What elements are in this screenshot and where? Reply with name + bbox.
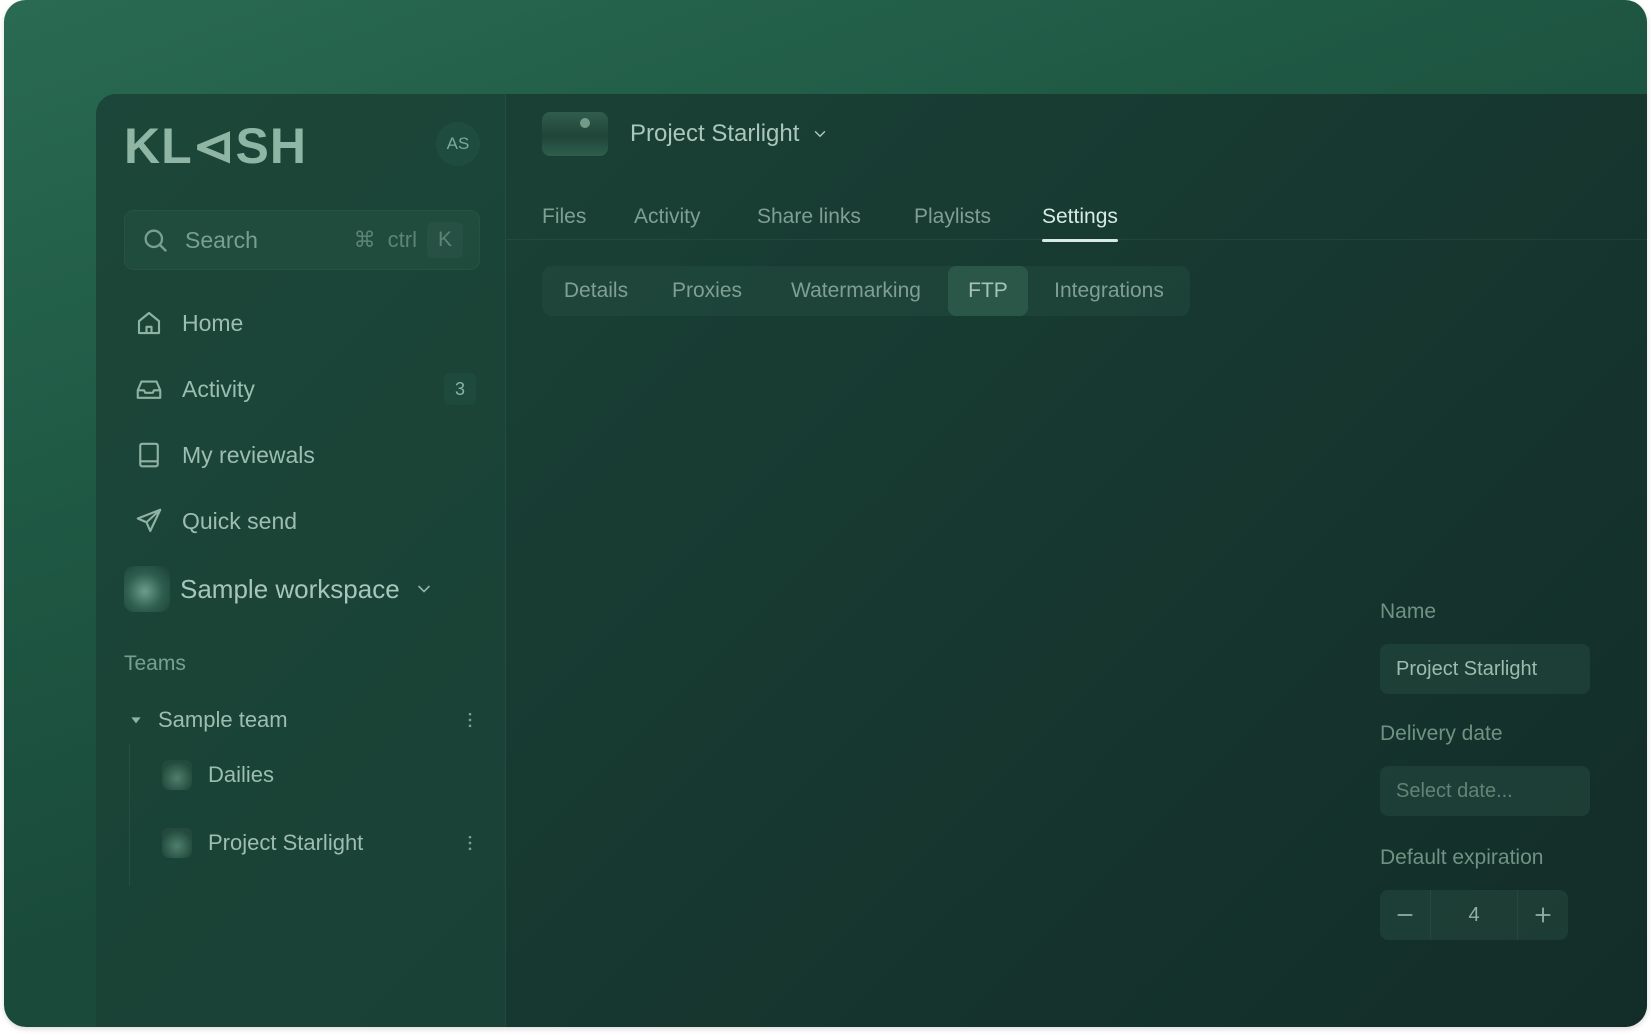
subtab-details[interactable]: Details xyxy=(542,266,650,316)
nav-label: Quick send xyxy=(182,507,298,534)
inbox-icon xyxy=(136,380,162,399)
nav-item-my-reviewals[interactable]: My reviewals xyxy=(124,422,480,488)
nav-item-home[interactable]: Home xyxy=(124,290,480,356)
shortcut-cmd: ⌘ xyxy=(353,227,376,252)
workspace-name: Sample workspace xyxy=(180,573,400,604)
window-frame: KL⊲SH AS Search ⌘ ctrl K Home Activity 3 xyxy=(4,0,1647,1027)
default-expiration-label: Default expiration xyxy=(1380,846,1544,869)
project-tabs: Files Activity Share links Playlists Set… xyxy=(506,194,1647,242)
chevron-down-icon xyxy=(815,131,826,138)
user-avatar[interactable]: AS xyxy=(436,122,480,166)
more-vertical-icon[interactable] xyxy=(460,831,480,855)
sidebar: KL⊲SH AS Search ⌘ ctrl K Home Activity 3 xyxy=(96,94,506,1027)
workspace-switcher[interactable]: Sample workspace xyxy=(124,564,480,614)
search-bar[interactable]: Search ⌘ ctrl K xyxy=(124,210,480,270)
main-nav: Home Activity 3 My reviewals Quick send xyxy=(124,290,480,554)
more-vertical-icon[interactable] xyxy=(460,708,480,732)
project-title: Project Starlight xyxy=(630,120,800,147)
project-thumbnail xyxy=(162,828,192,858)
team-sample-team[interactable]: Sample team xyxy=(124,700,480,740)
delivery-date-field[interactable]: Select date... xyxy=(1380,766,1590,816)
nav-label: Home xyxy=(182,309,244,336)
sub-item-label: Dailies xyxy=(208,762,275,787)
caret-down-icon xyxy=(131,717,141,724)
nav-item-quick-send[interactable]: Quick send xyxy=(124,488,480,554)
search-placeholder: Search xyxy=(185,226,258,253)
activity-count-badge: 3 xyxy=(444,373,476,405)
tab-activity[interactable]: Activity xyxy=(634,194,701,240)
nav-label: My reviewals xyxy=(182,441,315,468)
team-name: Sample team xyxy=(158,707,288,732)
app-container: KL⊲SH AS Search ⌘ ctrl K Home Activity 3 xyxy=(96,94,1647,1027)
tab-settings[interactable]: Settings xyxy=(1042,194,1118,242)
expiration-value[interactable]: 4 xyxy=(1430,890,1518,940)
tab-share-links[interactable]: Share links xyxy=(757,194,861,240)
subtab-ftp[interactable]: FTP xyxy=(948,266,1028,316)
sub-item-label: Project Starlight xyxy=(208,830,364,855)
workspace-logo xyxy=(124,566,170,612)
sidebar-item-dailies[interactable]: Dailies xyxy=(162,750,480,800)
main-content: Project Starlight Files Activity Share l… xyxy=(506,94,1647,1027)
nav-item-activity[interactable]: Activity 3 xyxy=(124,356,480,422)
tab-files[interactable]: Files xyxy=(542,194,586,240)
name-field[interactable]: Project Starlight xyxy=(1380,644,1590,694)
tree-guide-line xyxy=(129,744,130,886)
project-switcher[interactable]: Project Starlight xyxy=(542,110,829,158)
project-thumbnail xyxy=(542,112,608,156)
subtab-watermarking[interactable]: Watermarking xyxy=(764,266,948,316)
chevron-down-icon xyxy=(417,585,430,593)
sidebar-item-project-starlight[interactable]: Project Starlight xyxy=(162,818,480,868)
project-thumbnail xyxy=(162,760,192,790)
plus-icon xyxy=(1535,907,1551,923)
nav-label: Activity xyxy=(182,375,255,402)
app-logo: KL⊲SH xyxy=(124,118,308,174)
search-icon xyxy=(144,229,167,252)
book-icon xyxy=(139,442,159,468)
shortcut-key: K xyxy=(427,222,463,258)
teams-section-label: Teams xyxy=(124,652,186,675)
minus-icon xyxy=(1397,914,1413,916)
tab-playlists[interactable]: Playlists xyxy=(914,194,991,240)
settings-subtabs: Details Proxies Watermarking FTP Integra… xyxy=(542,266,1190,316)
send-icon xyxy=(136,508,162,533)
home-icon xyxy=(137,311,161,335)
name-label: Name xyxy=(1380,600,1437,623)
expiration-stepper: 4 xyxy=(1380,890,1568,940)
delivery-date-label: Delivery date xyxy=(1380,722,1503,745)
subtab-integrations[interactable]: Integrations xyxy=(1028,266,1190,316)
increment-button[interactable] xyxy=(1518,890,1568,940)
shortcut-ctrl: ctrl xyxy=(387,227,417,252)
decrement-button[interactable] xyxy=(1380,890,1430,940)
subtab-proxies[interactable]: Proxies xyxy=(650,266,764,316)
